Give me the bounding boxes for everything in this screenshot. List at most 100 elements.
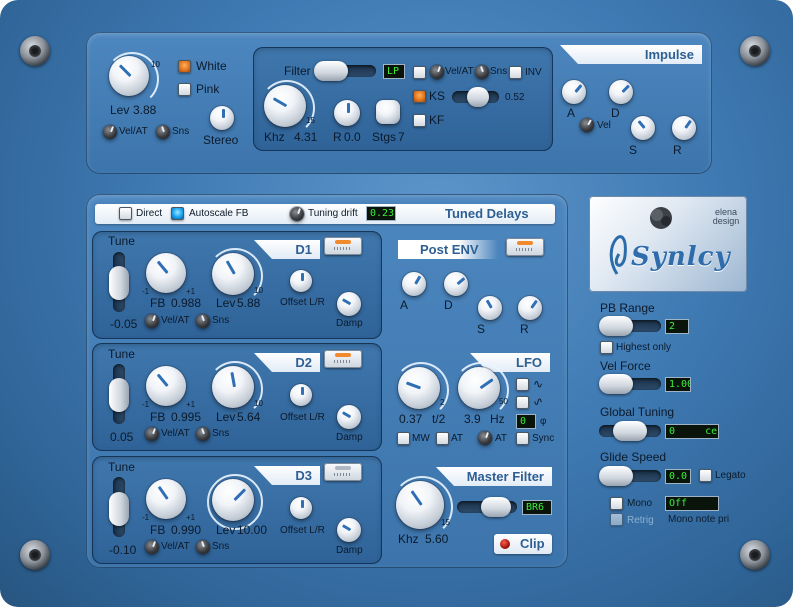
delay-d2-tune-slider[interactable] — [109, 364, 129, 424]
ks-slider[interactable] — [452, 87, 499, 107]
noise-sns-knob[interactable] — [156, 125, 170, 139]
delay-d3-sns-knob[interactable] — [196, 540, 210, 554]
post-env-decay-knob[interactable] — [444, 272, 468, 296]
highest-only-checkbox[interactable] — [600, 341, 613, 354]
global-tuning-value: 0 — [669, 426, 676, 437]
clip-label: Clip — [520, 536, 545, 551]
delay-d1-tune-slider[interactable] — [109, 252, 129, 312]
mono-note-pri-label: Mono note pri — [668, 514, 730, 525]
post-env-release-label: R — [520, 322, 529, 336]
delay-d3-damp-knob[interactable] — [337, 518, 361, 542]
post-env-header: Post ENV — [398, 240, 498, 259]
lfo-mw-checkbox[interactable] — [397, 432, 410, 445]
noise-vel-at-knob[interactable] — [103, 125, 117, 139]
impulse-vel-knob[interactable] — [580, 118, 594, 132]
delay-d3-level-knob[interactable] — [212, 479, 254, 521]
autoscale-fb-checkbox[interactable] — [171, 207, 184, 220]
delay-d2-fb-knob[interactable] — [146, 366, 186, 406]
impulse-attack-knob[interactable] — [562, 80, 586, 104]
master-filter-khz-value: 5.60 — [425, 532, 449, 546]
brand-text: elena design — [712, 207, 740, 226]
lfo-at-depth-knob[interactable] — [478, 431, 492, 445]
lfo-mw-label: MW — [412, 433, 430, 444]
screw-icon — [20, 540, 50, 570]
delay-d1-damp-knob[interactable] — [337, 292, 361, 316]
pink-noise-checkbox[interactable] — [178, 83, 191, 96]
delay-d1-fb-knob[interactable] — [146, 253, 186, 293]
scale-plus: +1 — [186, 287, 196, 296]
delay-d1-offset-knob[interactable] — [290, 270, 312, 292]
delay-d1-sns-knob[interactable] — [196, 314, 210, 328]
glide-speed-slider[interactable] — [599, 466, 661, 486]
clip-indicator: Clip — [494, 534, 552, 554]
delay-d2-level-value: 5.64 — [237, 410, 261, 424]
scale-max: 15 — [441, 518, 450, 527]
filter-sns-knob[interactable] — [475, 65, 489, 79]
lfo-hz-knob[interactable] — [458, 367, 500, 409]
post-env-attack-knob[interactable] — [402, 272, 426, 296]
lfo-rate-knob[interactable] — [398, 367, 440, 409]
mono-note-pri-display: Off — [665, 496, 719, 511]
white-noise-checkbox[interactable] — [178, 60, 191, 73]
vel-force-slider[interactable] — [599, 374, 661, 394]
tuning-drift-knob[interactable] — [290, 207, 304, 221]
delay-d2-damp-knob[interactable] — [337, 405, 361, 429]
pb-range-slider[interactable] — [599, 316, 661, 336]
impulse-sustain-knob[interactable] — [631, 116, 655, 140]
legato-checkbox[interactable] — [699, 469, 712, 482]
kf-label: KF — [429, 113, 445, 127]
filter-khz-knob[interactable] — [264, 85, 306, 127]
lfo-sync-checkbox[interactable] — [516, 432, 529, 445]
sine-wave-icon: ∿ — [533, 377, 544, 391]
filter-vel-at-knob[interactable] — [430, 65, 444, 79]
post-env-enable-button[interactable] — [506, 238, 544, 256]
delay-d1-level-knob[interactable] — [212, 253, 254, 295]
legato-label: Legato — [715, 470, 746, 481]
delay-d3-vel-at-knob[interactable] — [145, 540, 159, 554]
mono-checkbox[interactable] — [610, 497, 623, 510]
filter-inv-checkbox[interactable] — [509, 66, 522, 79]
delay-d3-enable-button[interactable] — [324, 463, 362, 481]
impulse-header: Impulse — [560, 45, 702, 64]
filter-type-slider[interactable] — [314, 61, 376, 81]
post-env-sustain-knob[interactable] — [478, 296, 502, 320]
ks-checkbox[interactable] — [413, 90, 426, 103]
tuning-drift-display: 0.23 — [366, 206, 396, 221]
stereo-knob[interactable] — [210, 106, 234, 130]
impulse-release-knob[interactable] — [672, 116, 696, 140]
kf-checkbox[interactable] — [413, 114, 426, 127]
delay-d2-level-knob[interactable] — [212, 366, 254, 408]
filter-resonance-knob[interactable] — [334, 100, 360, 126]
post-env-release-knob[interactable] — [518, 296, 542, 320]
master-filter-type-slider[interactable] — [457, 497, 517, 517]
master-filter-khz-knob[interactable] — [396, 481, 444, 529]
delay-d2-offset-knob[interactable] — [290, 384, 312, 406]
tuning-drift-label: Tuning drift — [308, 208, 358, 219]
delay-d2-enable-button[interactable] — [324, 350, 362, 368]
noise-level-value: 3.88 — [133, 103, 157, 117]
delay-d2-sns-knob[interactable] — [196, 427, 210, 441]
global-tuning-slider[interactable] — [599, 421, 661, 441]
direct-checkbox[interactable] — [119, 207, 132, 220]
pink-noise-label: Pink — [196, 82, 220, 96]
delay-d1-tune-value: -0.05 — [110, 317, 138, 331]
filter-stages-knob[interactable] — [376, 100, 400, 124]
lfo-at-checkbox[interactable] — [436, 432, 449, 445]
mono-label: Mono — [627, 498, 653, 509]
impulse-decay-knob[interactable] — [609, 80, 633, 104]
glide-speed-label: Glide Speed — [600, 450, 667, 464]
delay-d3-tune-slider[interactable] — [109, 477, 129, 537]
delay-d2-vel-at-knob[interactable] — [145, 427, 159, 441]
retrig-checkbox[interactable] — [610, 513, 623, 526]
highest-only-label: Highest only — [616, 342, 672, 353]
delay-d3-offset-knob[interactable] — [290, 497, 312, 519]
delay-d1-enable-button[interactable] — [324, 237, 362, 255]
filter-vel-at-checkbox[interactable] — [413, 66, 426, 79]
delay-d1-vel-at-knob[interactable] — [145, 314, 159, 328]
noise-level-knob[interactable] — [109, 56, 149, 96]
delay-d3-fb-knob[interactable] — [146, 479, 186, 519]
lfo-wave-sine-checkbox[interactable] — [516, 378, 529, 391]
lfo-wave-alt-checkbox[interactable] — [516, 396, 529, 409]
scale-plus: +1 — [186, 400, 196, 409]
delay-d3-fb-value: 0.990 — [171, 523, 202, 537]
